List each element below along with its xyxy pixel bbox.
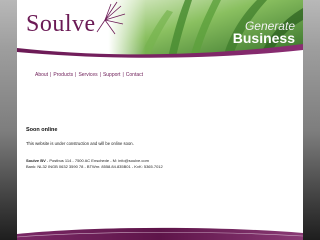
footer-company: Soulve BV — [26, 158, 46, 163]
page-title: Soon online — [26, 127, 58, 133]
main-nav: About | Products | Services | Support | Contact — [35, 73, 143, 78]
page: Soulve Generate Business About | Products |… — [17, 0, 303, 240]
logo[interactable]: Soulve — [26, 12, 96, 36]
bottom-swoosh — [17, 227, 303, 240]
header-banner: Soulve Generate Business — [17, 0, 303, 62]
nav-contact[interactable]: Contact — [126, 72, 143, 78]
nav-services[interactable]: Services — [78, 72, 97, 78]
footer-bank: Bank: NL32 INGB 0632 3590 78 - BTWnr. 85… — [26, 164, 163, 169]
footer-address: Soulve BV - Postbus 114 - 7500 AC Ensche… — [26, 159, 149, 163]
slogan-business: Business — [232, 30, 295, 46]
nav-support[interactable]: Support — [103, 72, 121, 78]
footer-address-text: - Postbus 114 - 7500 AC Enschede - M: in… — [45, 158, 149, 163]
construction-notice: This website is under construction and w… — [26, 141, 134, 146]
nav-about[interactable]: About — [35, 72, 48, 78]
nav-products[interactable]: Products — [53, 72, 73, 78]
